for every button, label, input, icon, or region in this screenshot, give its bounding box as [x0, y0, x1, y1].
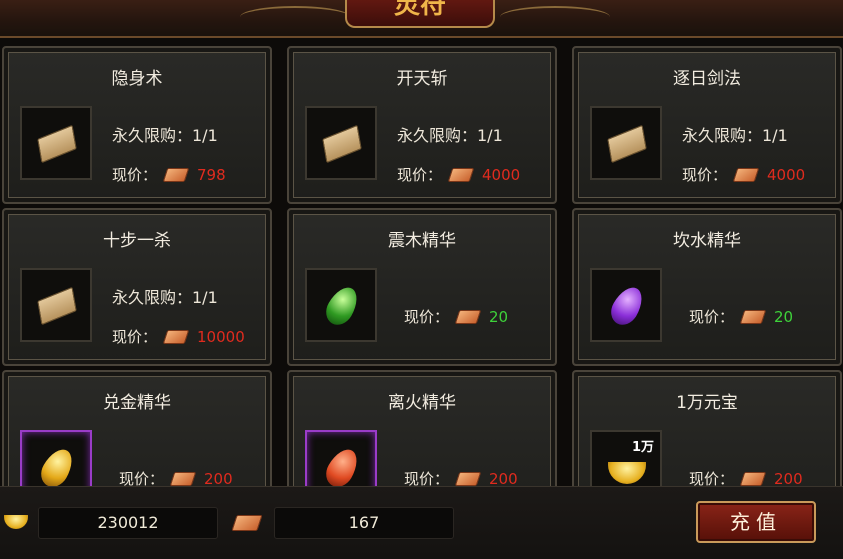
red-gem-icon	[320, 444, 364, 492]
item-icon-slot[interactable]	[20, 268, 92, 342]
purchase-limit: 永久限购：1/1	[397, 126, 503, 145]
ingot-icon	[739, 309, 767, 324]
shop-item-card[interactable]: 逐日剑法 永久限购：1/1 现价： 4000	[572, 46, 842, 204]
item-name: 坎水精华	[673, 231, 741, 251]
shop-grid: 隐身术 永久限购：1/1 现价： 798 开天斩 永久限购：1/1 现价： 40…	[0, 44, 843, 528]
price-value: 200	[489, 469, 518, 488]
price-value: 200	[204, 469, 233, 488]
item-name: 1万元宝	[676, 393, 738, 413]
book-icon	[37, 124, 77, 164]
shop-item-card[interactable]: 开天斩 永久限购：1/1 现价： 4000	[287, 46, 557, 204]
price-label: 现价：	[112, 166, 158, 184]
purchase-limit: 永久限购：1/1	[112, 288, 218, 307]
ingot-icon	[732, 167, 760, 182]
book-icon	[37, 286, 77, 326]
icon-quantity: 1万	[631, 440, 654, 455]
price-value: 798	[197, 165, 226, 184]
book-icon	[322, 124, 362, 164]
ingot-icon	[162, 167, 190, 182]
ingot-icon	[169, 471, 197, 486]
top-banner: 灵符	[0, 0, 843, 38]
price-row: 现价： 4000	[397, 164, 520, 185]
price-value: 200	[774, 469, 803, 488]
item-name: 十步一杀	[103, 231, 171, 251]
gold-ingot-icon	[608, 462, 646, 484]
price-label: 现价：	[682, 166, 728, 184]
recharge-button[interactable]: 充值	[696, 501, 816, 543]
ingot-icon	[739, 471, 767, 486]
shop-item-card[interactable]: 震木精华 现价： 20	[287, 208, 557, 366]
item-name: 离火精华	[388, 393, 456, 413]
price-value: 20	[489, 307, 509, 326]
item-icon-slot[interactable]	[305, 268, 377, 342]
item-name: 震木精华	[388, 231, 456, 251]
item-icon-slot[interactable]	[305, 106, 377, 180]
item-icon-slot[interactable]	[590, 268, 662, 342]
ingot-icon	[454, 471, 482, 486]
shop-item-card[interactable]: 坎水精华 现价： 20	[572, 208, 842, 366]
price-label: 现价：	[689, 308, 735, 326]
price-value: 4000	[482, 165, 521, 184]
price-row: 现价： 798	[112, 164, 226, 185]
item-name: 兑金精华	[103, 393, 171, 413]
ornament-icon	[500, 6, 610, 28]
ingot-icon	[231, 515, 263, 531]
item-name: 隐身术	[111, 69, 163, 89]
ingot-icon	[162, 329, 190, 344]
price-label: 现价：	[397, 166, 443, 184]
gold-gem-icon	[35, 444, 79, 492]
book-icon	[607, 124, 647, 164]
gold-balance: 230012	[38, 507, 218, 539]
item-name: 逐日剑法	[673, 69, 741, 89]
title-plate: 灵符	[345, 0, 495, 28]
purple-gem-icon	[605, 282, 649, 330]
shop-item-card[interactable]: 隐身术 永久限购：1/1 现价： 798	[2, 46, 272, 204]
price-value: 10000	[197, 327, 245, 346]
shop-item-card[interactable]: 十步一杀 永久限购：1/1 现价： 10000	[2, 208, 272, 366]
price-row: 现价： 4000	[682, 164, 805, 185]
currency-bar: 230012 167 充值	[0, 486, 843, 559]
ingot-icon	[454, 309, 482, 324]
ingot-icon	[447, 167, 475, 182]
gold-ingot-icon	[4, 515, 28, 529]
price-row: 现价： 10000	[112, 326, 245, 347]
purchase-limit: 永久限购：1/1	[682, 126, 788, 145]
ingot-balance: 167	[274, 507, 454, 539]
purchase-limit: 永久限购：1/1	[112, 126, 218, 145]
item-name: 开天斩	[396, 69, 448, 89]
item-icon-slot[interactable]	[20, 106, 92, 180]
green-gem-icon	[320, 282, 364, 330]
price-label: 现价：	[404, 308, 450, 326]
price-row: 现价： 20	[404, 306, 508, 327]
item-icon-slot[interactable]	[590, 106, 662, 180]
page-title: 灵符	[393, 0, 446, 20]
price-label: 现价：	[112, 328, 158, 346]
price-value: 20	[774, 307, 794, 326]
price-row: 现价： 20	[689, 306, 793, 327]
ornament-icon	[240, 6, 350, 28]
price-value: 4000	[767, 165, 806, 184]
